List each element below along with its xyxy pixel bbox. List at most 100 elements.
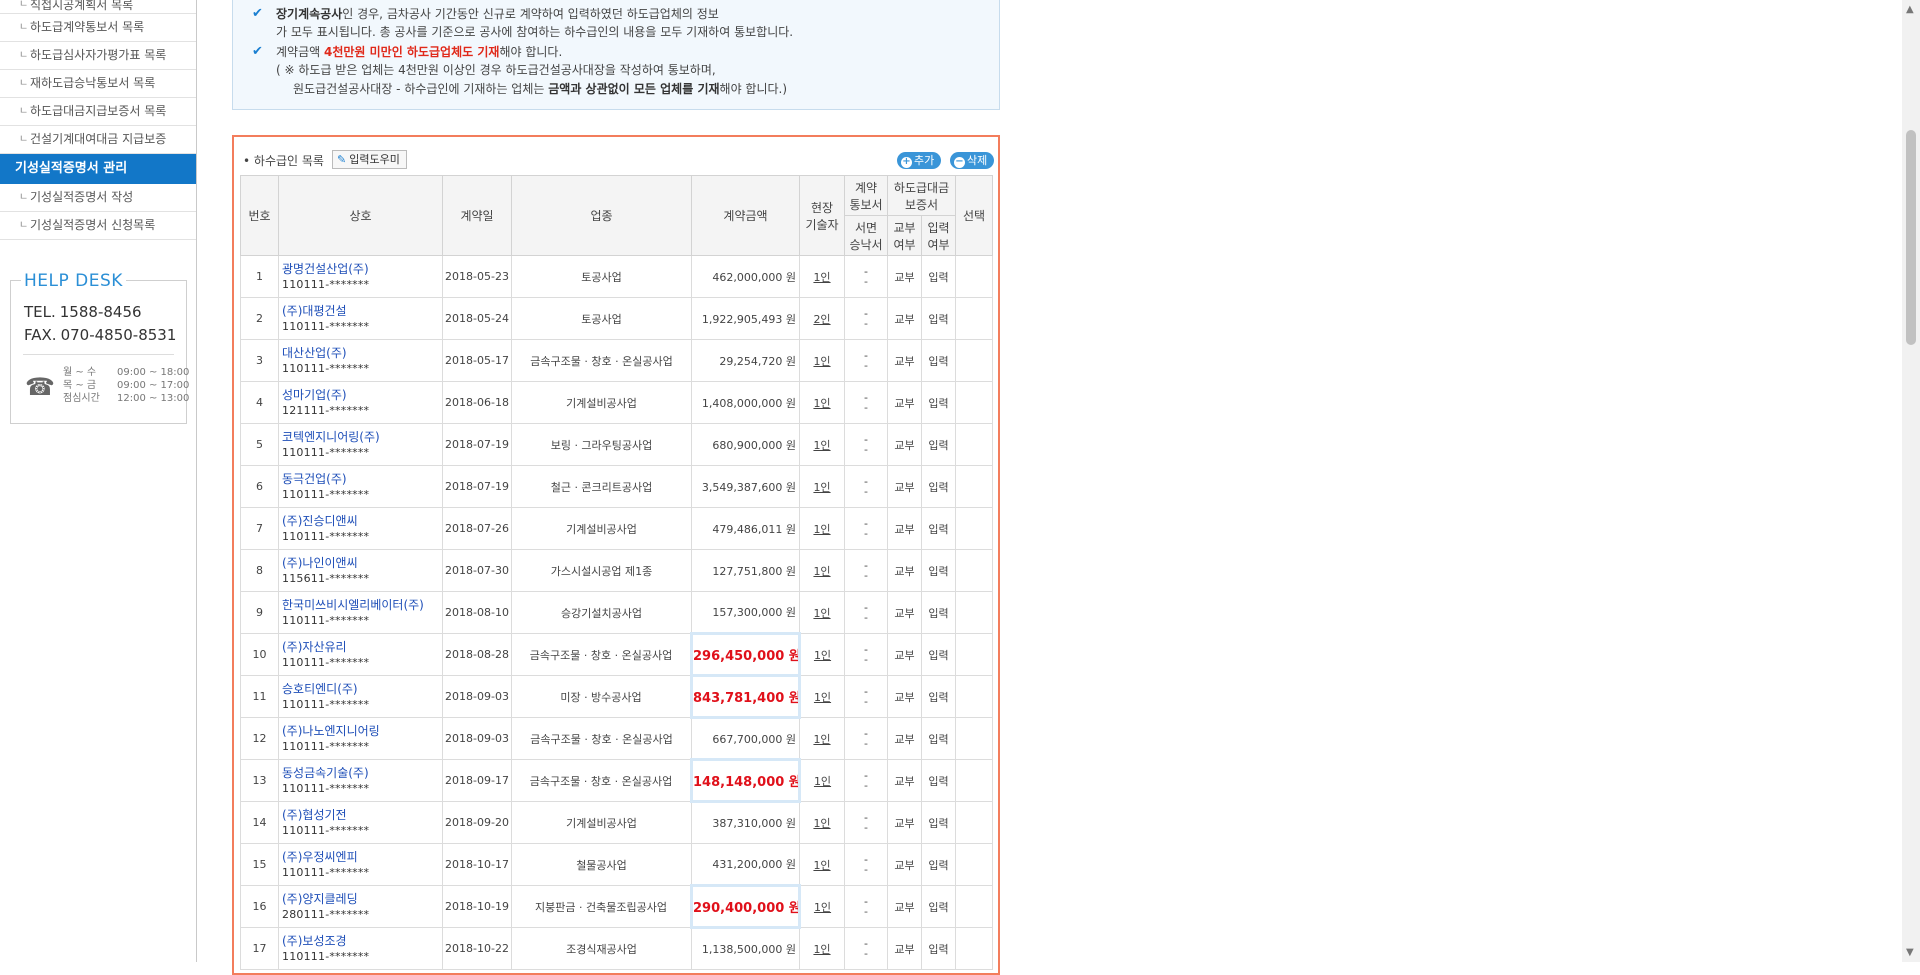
company-name-link[interactable]: 광명건설산업(주)	[282, 261, 442, 277]
row-site-engineer[interactable]: 1인	[799, 633, 845, 676]
row-select[interactable]	[955, 633, 994, 676]
site-engineer-link[interactable]: 1인	[813, 943, 830, 956]
row-select[interactable]	[955, 255, 994, 298]
company-name-link[interactable]: (주)보성조경	[282, 933, 442, 949]
row-select[interactable]	[955, 675, 994, 718]
row-notice-consent[interactable]: --	[844, 801, 888, 844]
written-consent-link[interactable]: -	[846, 738, 887, 749]
table-row[interactable]: 1 광명건설산업(주) 110111-******* 2018-05-23 토공사업 46…	[240, 255, 994, 298]
row-company[interactable]: (주)진승디앤씨 110111-*******	[278, 507, 443, 550]
input-helper-button[interactable]: ✎ 입력도우미	[332, 150, 407, 169]
row-notice-consent[interactable]: --	[844, 255, 888, 298]
written-consent-link[interactable]: -	[846, 696, 887, 707]
company-name-link[interactable]: (주)우정씨엔피	[282, 849, 442, 865]
row-notice-consent[interactable]: --	[844, 591, 888, 634]
table-row[interactable]: 12 (주)나노엔지니어링 110111-******* 2018-09-03 금속구조…	[240, 717, 994, 760]
row-site-engineer[interactable]: 1인	[799, 927, 845, 970]
company-name-link[interactable]: (주)나인이앤씨	[282, 555, 442, 571]
company-name-link[interactable]: (주)진승디앤씨	[282, 513, 442, 529]
site-engineer-link[interactable]: 1인	[813, 481, 830, 494]
row-select[interactable]	[955, 339, 994, 382]
row-site-engineer[interactable]: 1인	[799, 717, 845, 760]
row-site-engineer[interactable]: 1인	[799, 507, 845, 550]
row-notice-consent[interactable]: --	[844, 339, 888, 382]
row-select[interactable]	[955, 423, 994, 466]
row-company[interactable]: (주)대평건설 110111-*******	[278, 297, 443, 340]
row-site-engineer[interactable]: 1인	[799, 759, 845, 802]
table-row[interactable]: 15 (주)우정씨엔피 110111-******* 2018-10-17 철물공사업 4…	[240, 843, 994, 886]
table-row[interactable]: 6 동극건업(주) 110111-******* 2018-07-19 철근 · 콘크리…	[240, 465, 994, 508]
table-row[interactable]: 4 성마기업(주) 121111-******* 2018-06-18 기계설비공사업 1…	[240, 381, 994, 424]
row-notice-consent[interactable]: --	[844, 927, 888, 970]
table-row[interactable]: 17 (주)보성조경 110111-******* 2018-10-22 조경식재공사업…	[240, 927, 994, 970]
sidebar-item-equipment-rental-guarantee[interactable]: ㄴ 건설기계대여대금 지급보증	[0, 126, 196, 154]
row-company[interactable]: (주)나인이앤씨 115611-*******	[278, 549, 443, 592]
row-select[interactable]	[955, 381, 994, 424]
site-engineer-link[interactable]: 1인	[813, 355, 830, 368]
company-name-link[interactable]: (주)나노엔지니어링	[282, 723, 442, 739]
row-site-engineer[interactable]: 1인	[799, 465, 845, 508]
row-company[interactable]: 코텍엔지니어링(주) 110111-*******	[278, 423, 443, 466]
table-row[interactable]: 5 코텍엔지니어링(주) 110111-******* 2018-07-19 보링 · …	[240, 423, 994, 466]
row-company[interactable]: 한국미쓰비시엘리베이터(주) 110111-*******	[278, 591, 443, 634]
written-consent-link[interactable]: -	[846, 276, 887, 287]
written-consent-link[interactable]: -	[846, 444, 887, 455]
row-site-engineer[interactable]: 1인	[799, 885, 845, 928]
written-consent-link[interactable]: -	[846, 486, 887, 497]
company-name-link[interactable]: (주)대평건설	[282, 303, 442, 319]
sidebar-item-direct-construction-plan[interactable]: ㄴ 직접시공계획서 목록	[0, 0, 196, 14]
sidebar-item-subcontract-notice[interactable]: ㄴ 하도급계약통보서 목록	[0, 14, 196, 42]
site-engineer-link[interactable]: 1인	[813, 859, 830, 872]
table-row[interactable]: 2 (주)대평건설 110111-******* 2018-05-24 토공사업 1,92…	[240, 297, 994, 340]
row-site-engineer[interactable]: 1인	[799, 843, 845, 886]
row-site-engineer[interactable]: 1인	[799, 801, 845, 844]
written-consent-link[interactable]: -	[846, 948, 887, 959]
sidebar-item-payment-guarantee[interactable]: ㄴ 하도급대금지급보증서 목록	[0, 98, 196, 126]
written-consent-link[interactable]: -	[846, 906, 887, 917]
site-engineer-link[interactable]: 1인	[813, 565, 830, 578]
company-name-link[interactable]: 코텍엔지니어링(주)	[282, 429, 442, 445]
row-select[interactable]	[955, 507, 994, 550]
row-company[interactable]: (주)양지클레딩 280111-*******	[278, 885, 443, 928]
sidebar-section-performance-certificate[interactable]: 기성실적증명서 관리	[0, 154, 196, 184]
table-row[interactable]: 7 (주)진승디앤씨 110111-******* 2018-07-26 기계설비공사업…	[240, 507, 994, 550]
company-name-link[interactable]: (주)협성기전	[282, 807, 442, 823]
written-consent-link[interactable]: -	[846, 360, 887, 371]
row-company[interactable]: (주)우정씨엔피 110111-*******	[278, 843, 443, 886]
site-engineer-link[interactable]: 1인	[813, 733, 830, 746]
row-company[interactable]: 동성금속기술(주) 110111-*******	[278, 759, 443, 802]
add-button[interactable]: + 추가	[897, 152, 942, 169]
row-notice-consent[interactable]: --	[844, 717, 888, 760]
written-consent-link[interactable]: -	[846, 570, 887, 581]
row-company[interactable]: (주)자산유리 110111-*******	[278, 633, 443, 676]
row-select[interactable]	[955, 717, 994, 760]
table-row[interactable]: 9 한국미쓰비시엘리베이터(주) 110111-******* 2018-08-10 승…	[240, 591, 994, 634]
company-name-link[interactable]: 동극건업(주)	[282, 471, 442, 487]
row-notice-consent[interactable]: --	[844, 759, 888, 802]
company-name-link[interactable]: 승호티엔디(주)	[282, 681, 442, 697]
table-row[interactable]: 8 (주)나인이앤씨 115611-******* 2018-07-30 가스시설시공업…	[240, 549, 994, 592]
vertical-scrollbar[interactable]: ▲ ▼	[1902, 0, 1920, 962]
row-select[interactable]	[955, 549, 994, 592]
row-select[interactable]	[955, 885, 994, 928]
row-notice-consent[interactable]: --	[844, 885, 888, 928]
row-notice-consent[interactable]: --	[844, 297, 888, 340]
row-company[interactable]: 성마기업(주) 121111-*******	[278, 381, 443, 424]
row-site-engineer[interactable]: 1인	[799, 549, 845, 592]
written-consent-link[interactable]: -	[846, 612, 887, 623]
row-select[interactable]	[955, 927, 994, 970]
scroll-up-icon[interactable]: ▲	[1906, 4, 1914, 15]
row-select[interactable]	[955, 591, 994, 634]
row-company[interactable]: (주)협성기전 110111-*******	[278, 801, 443, 844]
sidebar-item-resubcontract-approval[interactable]: ㄴ 재하도급승낙통보서 목록	[0, 70, 196, 98]
row-site-engineer[interactable]: 1인	[799, 675, 845, 718]
site-engineer-link[interactable]: 2인	[813, 313, 830, 326]
row-company[interactable]: 승호티엔디(주) 110111-*******	[278, 675, 443, 718]
site-engineer-link[interactable]: 1인	[813, 817, 830, 830]
row-site-engineer[interactable]: 1인	[799, 591, 845, 634]
row-notice-consent[interactable]: --	[844, 675, 888, 718]
row-company[interactable]: 광명건설산업(주) 110111-*******	[278, 255, 443, 298]
row-site-engineer[interactable]: 2인	[799, 297, 845, 340]
site-engineer-link[interactable]: 1인	[814, 649, 831, 662]
row-notice-consent[interactable]: --	[844, 507, 888, 550]
